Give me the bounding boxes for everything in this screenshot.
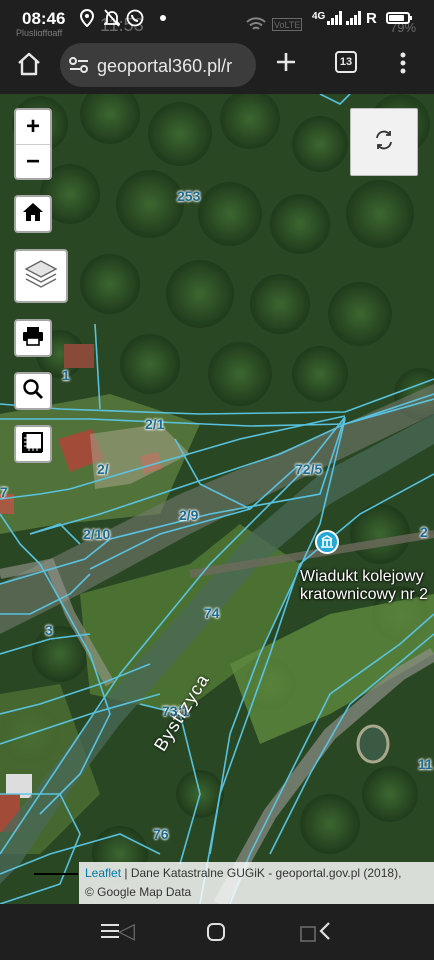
zoom-in-button[interactable]: + [16,110,50,144]
url-text: geoportal360.pl/r [97,56,233,76]
refresh-icon [373,129,395,156]
back-icon[interactable] [318,921,332,946]
wifi-icon [246,16,266,34]
status-time: 08:46 [22,9,66,28]
parcel-label: 2 [420,524,428,540]
print-icon [22,326,44,351]
ghost-back-icon: ◁ [118,918,135,943]
print-button[interactable] [14,319,52,357]
parcel-label: 76 [153,826,169,842]
parcel-label: 11 [418,756,433,772]
attribution-text: | Dane Katastralne GUGiK - geoportal.gov… [121,866,402,880]
parcel-label: 2/1 [145,416,165,432]
menu-icon[interactable] [399,51,407,80]
scale-bar [34,873,78,875]
parcel-label: 74 [204,605,220,621]
tab-switcher-button[interactable]: 13 [335,51,357,73]
parcel-label: 7 [0,484,8,500]
zoom-out-button[interactable]: − [16,144,50,178]
home-icon[interactable] [16,51,42,82]
whatsapp-icon [126,9,144,27]
recents-icon[interactable] [100,922,120,945]
satellite-imagery [0,94,434,904]
signal-icon [327,9,342,27]
zoom-control: + − [14,108,52,180]
site-settings-icon[interactable] [68,56,90,79]
mute-icon [104,9,120,27]
parcel-label: 2/ [97,461,109,477]
parcel-label: 72/5 [295,461,323,477]
new-tab-icon[interactable] [275,51,297,78]
refresh-button[interactable] [350,108,418,176]
parcel-label: 253 [177,188,201,204]
map-view[interactable]: 253 1 2/1 2/ 7 2/10 2/9 72/5 74 3 73/1 7… [0,94,434,904]
notification-dot-icon [160,9,166,27]
measure-icon [21,431,44,458]
parcel-label: 2/10 [83,526,111,542]
poi-label-line1[interactable]: Wiadukt kolejowy [300,568,424,586]
attribution-text-2: © Google Map Data [85,885,192,899]
ghost-square-icon [300,922,316,948]
map-attribution: Leaflet | Dane Katastralne GUGiK - geopo… [79,862,434,904]
leaflet-link[interactable]: Leaflet [85,866,121,880]
roaming-indicator: R [366,9,377,27]
search-button[interactable] [14,372,52,410]
measure-button[interactable] [14,425,52,463]
system-nav-bar: ◁ [0,904,434,960]
battery-icon [386,9,412,27]
monument-icon[interactable] [315,530,339,554]
signal-icon-2 [346,9,361,27]
layers-icon [24,259,58,294]
browser-toolbar: geoportal360.pl/r 13 [0,36,434,94]
poi-label-line2[interactable]: kratownicowy nr 2 [300,586,428,604]
parcel-label: 3 [45,622,53,638]
home-icon [22,202,44,227]
parcel-label: 2/9 [179,507,199,523]
search-icon [22,378,44,405]
layers-button[interactable] [14,249,68,303]
parcel-label: 1 [62,367,70,383]
volte-badge: VoLTE [272,18,303,31]
status-bar: Plusligffgaff 11:53 08:46 VoLTE 4G R 79% [0,0,434,38]
address-bar[interactable]: geoportal360.pl/r [60,43,256,87]
network-type: 4G [312,10,326,22]
home-circle-icon[interactable] [206,922,226,947]
location-icon [80,9,94,27]
home-view-button[interactable] [14,195,52,233]
